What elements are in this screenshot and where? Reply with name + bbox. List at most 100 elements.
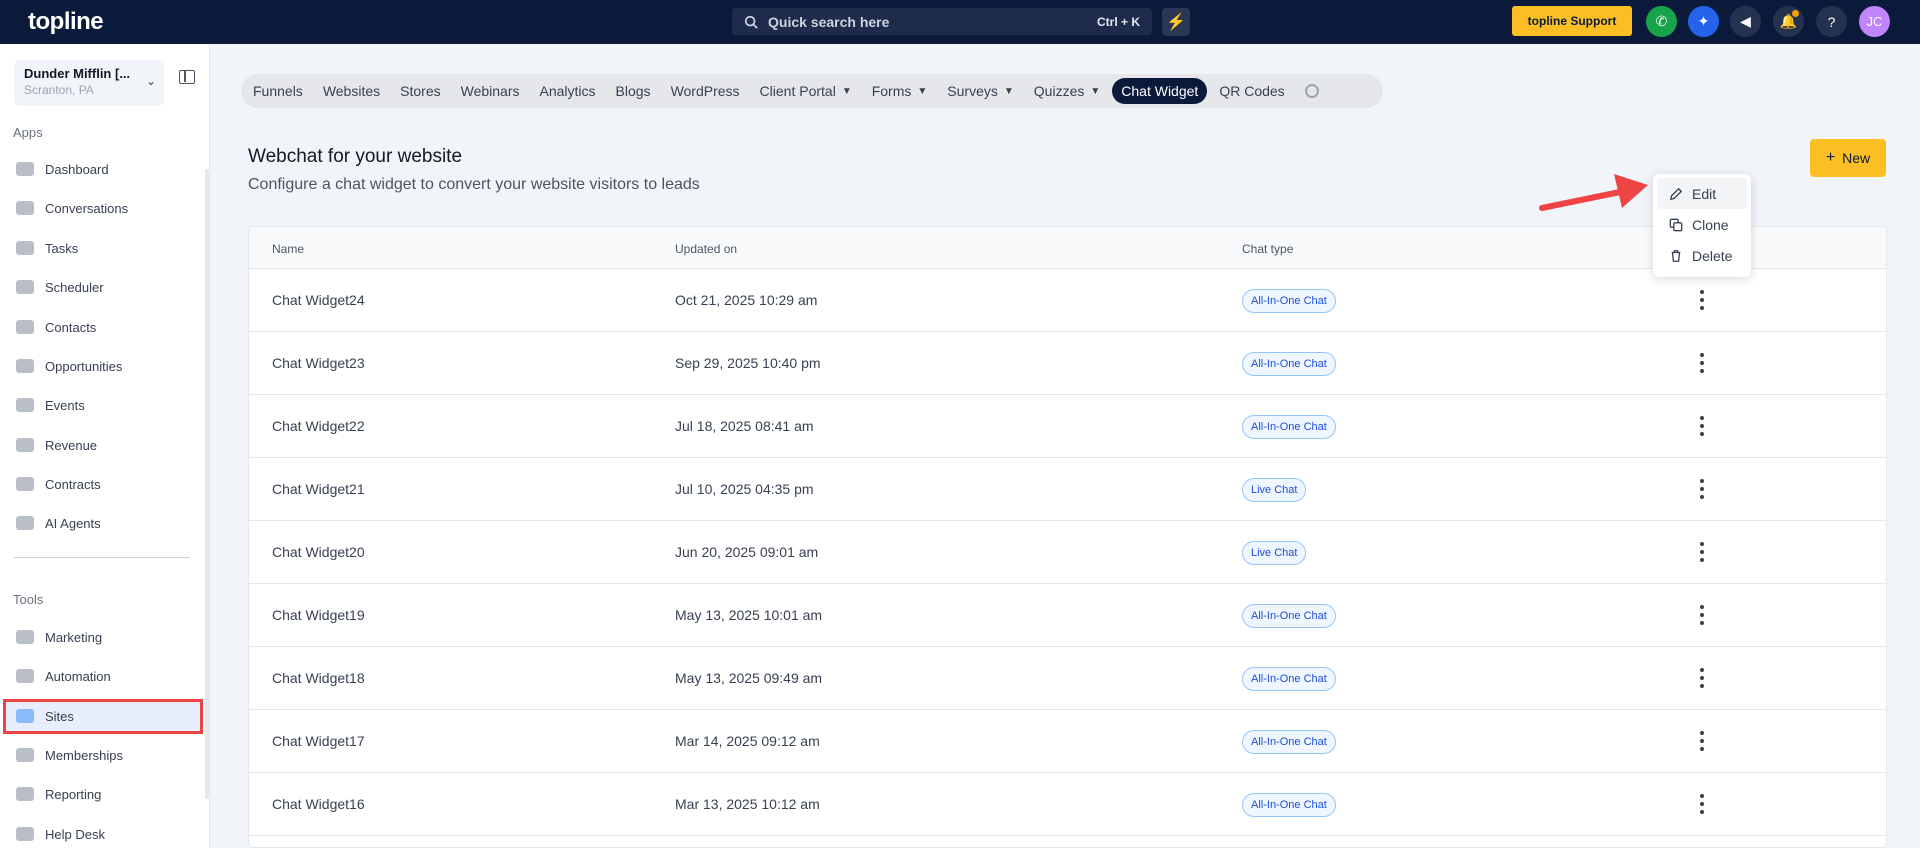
sidebar-item-help-desk[interactable]: Help Desk (16, 822, 196, 846)
trash-icon (1671, 249, 1681, 262)
tab-blogs[interactable]: Blogs (616, 83, 651, 99)
widget-name[interactable]: Chat Widget20 (272, 544, 365, 560)
sidebar-item-events[interactable]: Events (16, 393, 196, 417)
sidebar-collapse-icon[interactable] (179, 70, 195, 84)
chevron-down-icon: ▼ (917, 85, 928, 97)
tab-webinars[interactable]: Webinars (461, 83, 520, 99)
updated-on: May 13, 2025 10:01 am (675, 607, 823, 623)
location-switcher[interactable]: Dunder Mifflin [... Scranton, PA ⌄ (14, 60, 164, 106)
tab-analytics[interactable]: Analytics (540, 83, 596, 99)
quick-action-button[interactable]: ⚡ (1162, 8, 1190, 36)
quick-search[interactable]: Quick search here Ctrl + K (732, 8, 1152, 35)
support-button[interactable]: topline Support (1512, 6, 1632, 36)
tab-forms[interactable]: Forms ▼ (872, 83, 928, 99)
column-header-chat-type[interactable]: Chat type (1242, 242, 1293, 256)
tab-funnels[interactable]: Funnels (253, 83, 303, 99)
sidebar-item-automation[interactable]: Automation (16, 664, 196, 688)
dashboard-icon (16, 162, 34, 176)
sidebar-item-conversations[interactable]: Conversations (16, 196, 196, 220)
gear-icon[interactable] (1304, 84, 1319, 98)
sparkle-icon (16, 516, 34, 530)
megaphone-icon (16, 630, 34, 644)
announcements-button[interactable]: ◀ (1730, 6, 1761, 37)
row-actions-icon[interactable] (1699, 731, 1705, 751)
automation-icon (16, 669, 34, 683)
tab-websites[interactable]: Websites (323, 83, 380, 99)
row-actions-icon[interactable] (1699, 542, 1705, 562)
updated-on: May 13, 2025 09:49 am (675, 670, 823, 686)
tools-section-header: Tools (13, 592, 44, 607)
search-shortcut: Ctrl + K (1096, 14, 1140, 29)
table-row[interactable]: Chat Widget18 May 13, 2025 09:49 am All-… (249, 647, 1886, 710)
sidebar-item-sites[interactable]: Sites (16, 704, 196, 728)
tab-wordpress[interactable]: WordPress (671, 83, 740, 99)
chevron-down-icon: ▼ (841, 85, 852, 97)
table-row[interactable]: Chat Widget23 Sep 29, 2025 10:40 pm All-… (249, 332, 1886, 395)
row-actions-icon[interactable] (1699, 605, 1705, 625)
widget-name[interactable]: Chat Widget22 (272, 418, 365, 434)
table-row[interactable]: Chat Widget17 Mar 14, 2025 09:12 am All-… (249, 710, 1886, 773)
chat-type-badge: All-In-One Chat (1242, 667, 1336, 691)
tab-chat-widget[interactable]: Chat Widget (1112, 78, 1208, 104)
pie-chart-icon (16, 787, 34, 801)
widget-name[interactable]: Chat Widget21 (272, 481, 365, 497)
table-row[interactable]: Chat Widget20 Jun 20, 2025 09:01 am Live… (249, 521, 1886, 584)
updated-on: Mar 13, 2025 10:12 am (675, 796, 820, 812)
widget-name[interactable]: Chat Widget23 (272, 355, 365, 371)
sidebar-item-ai-agents[interactable]: AI Agents (16, 511, 196, 535)
table-row[interactable]: Chat Widget22 Jul 18, 2025 08:41 am All-… (249, 395, 1886, 458)
row-actions-icon[interactable] (1699, 479, 1705, 499)
tab-qr-codes[interactable]: QR Codes (1219, 83, 1284, 99)
user-avatar[interactable]: JC (1859, 6, 1890, 37)
tab-quizzes[interactable]: Quizzes ▼ (1034, 83, 1100, 99)
ai-button[interactable]: ✦ (1688, 6, 1719, 37)
chat-type-badge: All-In-One Chat (1242, 793, 1336, 817)
sidebar-item-reporting[interactable]: Reporting (16, 782, 196, 806)
row-actions-icon[interactable] (1699, 353, 1705, 373)
table-row[interactable]: Chat Widget24 Oct 21, 2025 10:29 am All-… (249, 269, 1886, 332)
sidebar-item-marketing[interactable]: Marketing (16, 625, 196, 649)
menu-item-edit[interactable]: Edit (1657, 178, 1747, 209)
sidebar-item-opportunities[interactable]: Opportunities (16, 354, 196, 378)
menu-item-clone[interactable]: Clone (1657, 209, 1747, 240)
chevron-down-icon: ▼ (1003, 85, 1014, 97)
sidebar-item-scheduler[interactable]: Scheduler (16, 275, 196, 299)
table-row[interactable]: Chat Widget21 Jul 10, 2025 04:35 pm Live… (249, 458, 1886, 521)
widget-name[interactable]: Chat Widget19 (272, 607, 365, 623)
row-actions-icon[interactable] (1699, 794, 1705, 814)
widget-name[interactable]: Chat Widget16 (272, 796, 365, 812)
updated-on: Jun 20, 2025 09:01 am (675, 544, 819, 560)
row-actions-icon[interactable] (1699, 416, 1705, 436)
chat-type-badge: All-In-One Chat (1242, 289, 1336, 313)
sidebar-scrollbar[interactable] (205, 169, 209, 799)
sidebar-item-memberships[interactable]: Memberships (16, 743, 196, 767)
chat-type-badge: Live Chat (1242, 478, 1307, 502)
widget-name[interactable]: Chat Widget17 (272, 733, 365, 749)
sidebar-item-dashboard[interactable]: Dashboard (16, 157, 196, 181)
sidebar-item-contacts[interactable]: Contacts (16, 315, 196, 339)
updated-on: Oct 21, 2025 10:29 am (675, 292, 818, 308)
tab-stores[interactable]: Stores (400, 83, 440, 99)
menu-item-delete[interactable]: Delete (1657, 240, 1747, 271)
phone-button[interactable]: ✆ (1646, 6, 1677, 37)
chat-type-badge: All-In-One Chat (1242, 604, 1336, 628)
sidebar-item-contracts[interactable]: Contracts (16, 472, 196, 496)
funnel-icon (16, 359, 34, 373)
notifications-button[interactable]: 🔔 (1773, 6, 1804, 37)
new-widget-button[interactable]: + New (1810, 139, 1886, 177)
column-header-name[interactable]: Name (272, 242, 304, 256)
widget-name[interactable]: Chat Widget18 (272, 670, 365, 686)
table-row[interactable]: Chat Widget19 May 13, 2025 10:01 am All-… (249, 584, 1886, 647)
column-header-updated[interactable]: Updated on (675, 242, 737, 256)
help-button[interactable]: ? (1816, 6, 1847, 37)
sidebar-item-revenue[interactable]: Revenue (16, 433, 196, 457)
table-row[interactable]: Chat Widget16 Mar 13, 2025 10:12 am All-… (249, 773, 1886, 836)
widget-name[interactable]: Chat Widget24 (272, 292, 365, 308)
sidebar-item-tasks[interactable]: Tasks (16, 236, 196, 260)
chevron-down-icon: ⌄ (145, 74, 156, 88)
app-logo[interactable]: topline (28, 8, 104, 36)
tab-client-portal[interactable]: Client Portal ▼ (760, 83, 852, 99)
tab-surveys[interactable]: Surveys ▼ (947, 83, 1013, 99)
row-actions-icon[interactable] (1699, 668, 1705, 688)
row-actions-icon[interactable] (1699, 290, 1705, 310)
